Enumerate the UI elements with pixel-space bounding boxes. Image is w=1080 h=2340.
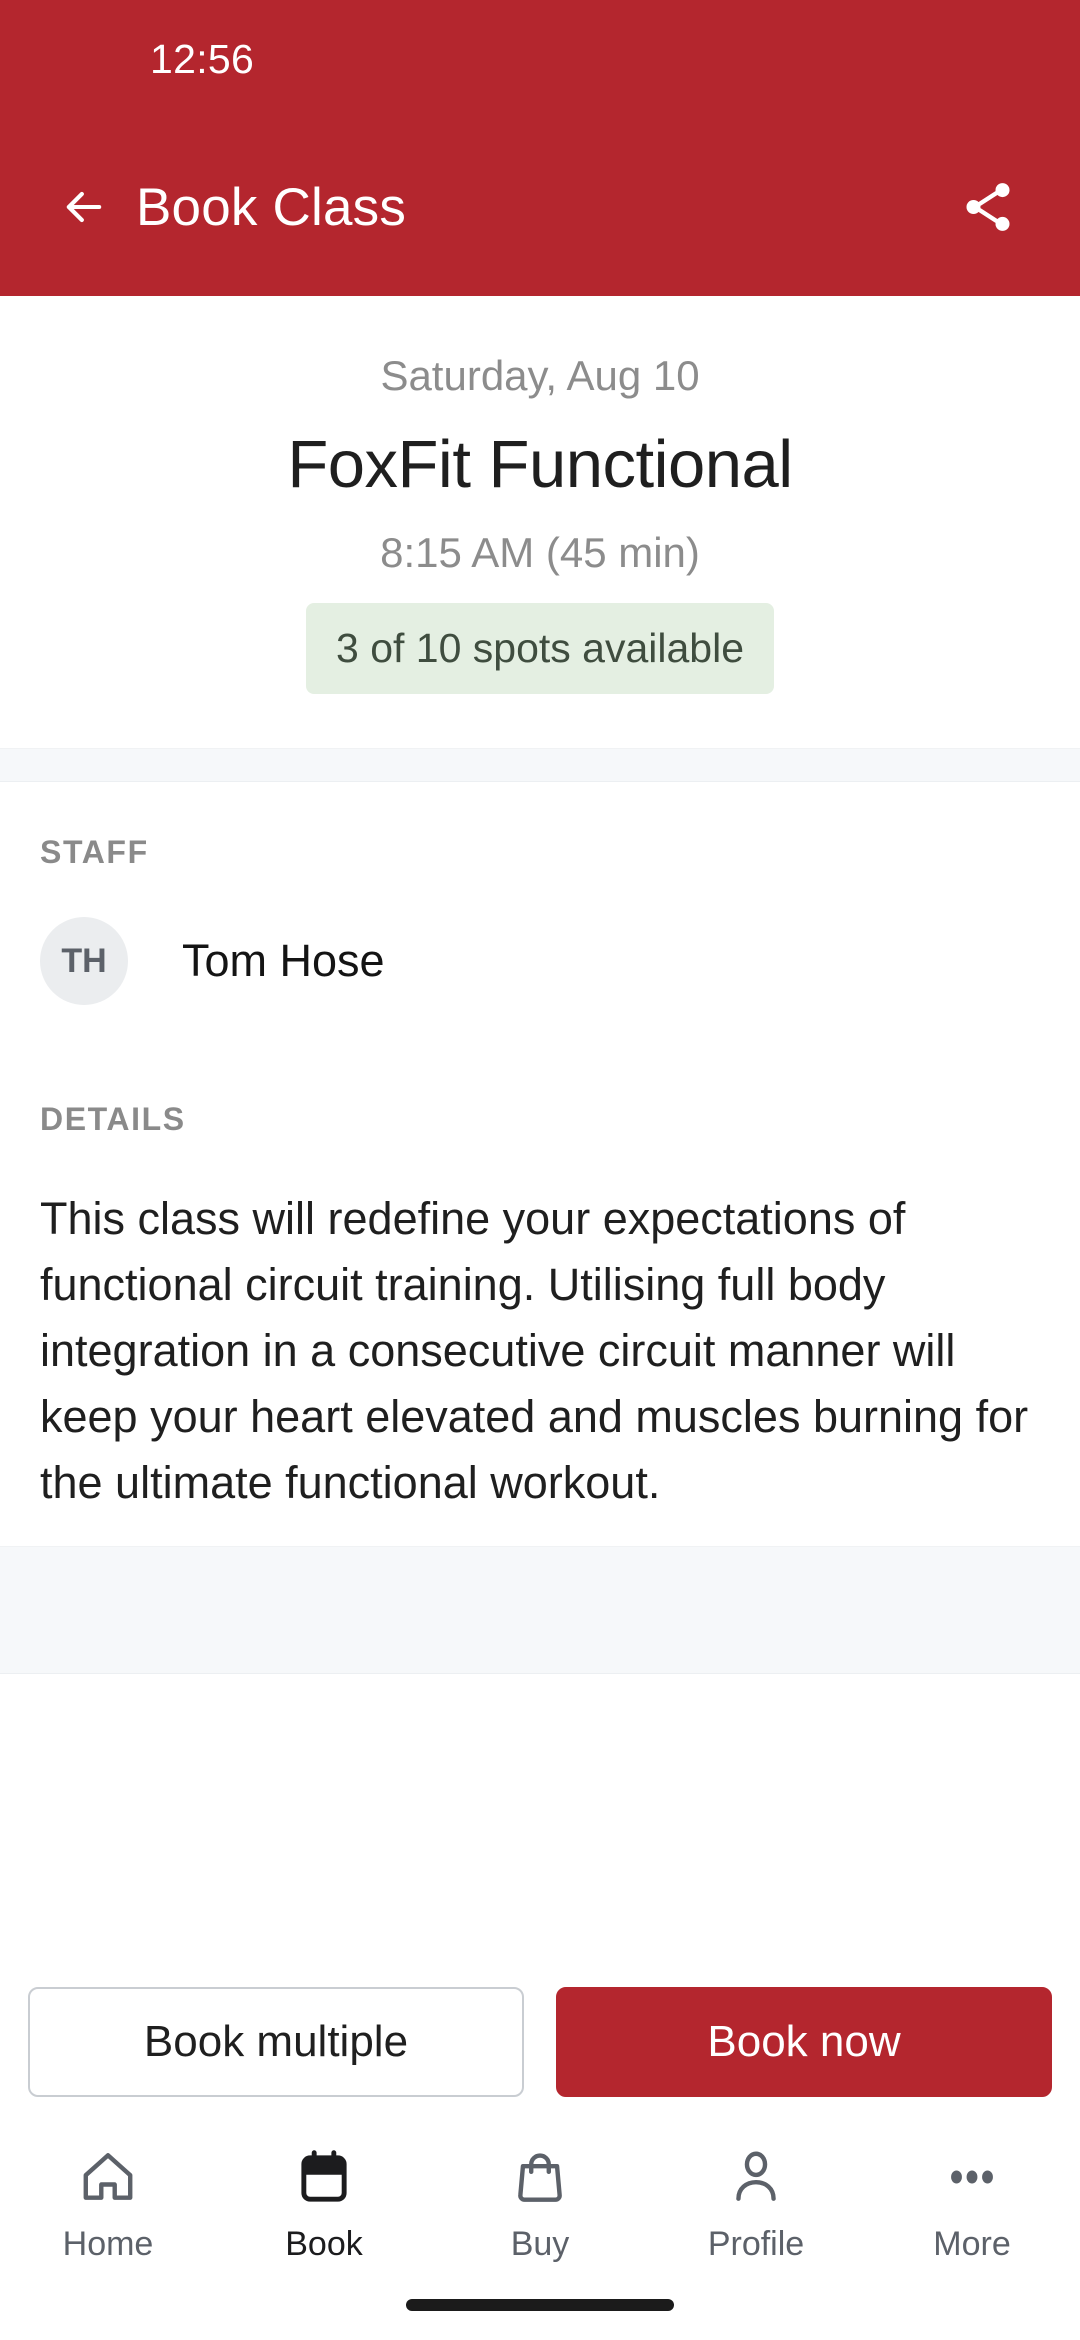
staff-section: STAFF TH Tom Hose	[0, 782, 1080, 1049]
staff-name: Tom Hose	[182, 935, 385, 986]
app-bar: Book Class	[0, 118, 1080, 296]
details-body-text: This class will redefine your expectatio…	[40, 1193, 1029, 1508]
nav-item-buy[interactable]: Buy	[432, 2141, 648, 2264]
app-screen: 12:56 Book Class Saturday, Aug 10 FoxFit…	[0, 0, 1080, 2340]
section-divider-bottom	[0, 1546, 1080, 1674]
class-header: Saturday, Aug 10 FoxFit Functional 8:15 …	[0, 296, 1080, 748]
back-button[interactable]	[48, 171, 120, 243]
section-divider-top	[0, 748, 1080, 782]
nav-label-book: Book	[285, 2225, 363, 2263]
arrow-left-icon	[66, 191, 102, 223]
page-title: Book Class	[136, 177, 407, 237]
gesture-bar-area	[0, 2270, 1080, 2340]
staff-row[interactable]: TH Tom Hose	[40, 881, 1040, 1049]
book-multiple-button[interactable]: Book multiple	[28, 1987, 524, 2097]
class-time: 8:15 AM (45 min)	[380, 529, 700, 576]
person-icon	[725, 2141, 787, 2213]
home-icon	[77, 2141, 139, 2213]
nav-label-more: More	[933, 2225, 1011, 2263]
bottom-navigation: Home Book Buy Profile More	[0, 2125, 1080, 2270]
status-bar: 12:56	[0, 0, 1080, 118]
avatar: TH	[40, 917, 128, 1005]
nav-item-book[interactable]: Book	[216, 2141, 432, 2264]
calendar-icon	[293, 2141, 355, 2213]
book-now-button[interactable]: Book now	[556, 1987, 1052, 2097]
staff-section-label: STAFF	[40, 834, 149, 870]
action-bar: Book multiple Book now	[0, 1957, 1080, 2125]
nav-label-profile: Profile	[707, 2225, 805, 2263]
nav-label-home: Home	[62, 2225, 154, 2263]
details-section-label: DETAILS	[40, 1101, 186, 1137]
nav-item-home[interactable]: Home	[0, 2141, 216, 2264]
class-name: FoxFit Functional	[287, 427, 793, 502]
status-bar-clock: 12:56	[150, 35, 255, 82]
ellipsis-icon	[941, 2141, 1003, 2213]
spots-available-badge: 3 of 10 spots available	[306, 603, 774, 694]
content-spacer	[0, 1674, 1080, 1957]
share-icon	[966, 183, 1010, 231]
details-section: DETAILS This class will redefine your ex…	[0, 1049, 1080, 1546]
shopping-bag-icon	[509, 2141, 571, 2213]
nav-label-buy: Buy	[510, 2225, 570, 2263]
class-date: Saturday, Aug 10	[380, 352, 700, 399]
nav-item-more[interactable]: More	[864, 2141, 1080, 2264]
share-button[interactable]	[948, 167, 1028, 247]
app-bar-container: 12:56 Book Class	[0, 0, 1080, 296]
home-gesture-bar[interactable]	[406, 2299, 674, 2311]
nav-item-profile[interactable]: Profile	[648, 2141, 864, 2264]
